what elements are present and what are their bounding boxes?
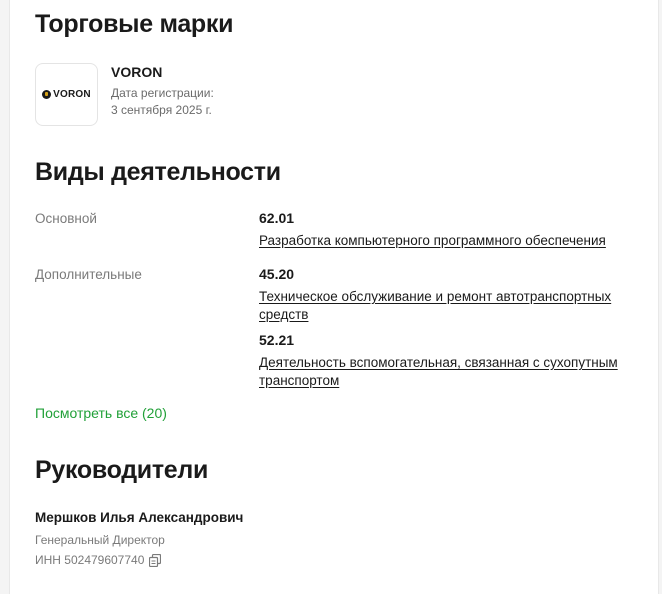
trademark-logo[interactable]: VORON (35, 63, 98, 126)
trademark-name: VORON (111, 64, 163, 80)
copy-icon[interactable] (149, 553, 162, 567)
activity-additional-link[interactable]: Деятельность вспомогательная, связанная … (259, 354, 639, 390)
managers-heading: Руководители (35, 456, 209, 484)
activities-heading: Виды деятельности (35, 158, 281, 186)
manager-inn: ИНН 502479607740 (35, 553, 145, 567)
trademark-reg-label: Дата регистрации: (111, 86, 214, 100)
manager-inn-row: ИНН 502479607740 (35, 553, 162, 567)
activity-additional-link[interactable]: Техническое обслуживание и ремонт автотр… (259, 288, 639, 324)
trademark-reg-date: 3 сентября 2025 г. (111, 103, 212, 117)
activity-main-code: 62.01 (259, 210, 295, 226)
voron-logo-icon (42, 90, 52, 99)
activity-additional-label: Дополнительные (35, 267, 142, 282)
manager-role: Генеральный Директор (35, 533, 165, 547)
activity-additional-code: 45.20 (259, 266, 295, 282)
activity-main-link[interactable]: Разработка компьютерного программного об… (259, 232, 639, 250)
activity-additional-code: 52.21 (259, 332, 295, 348)
activity-main-label: Основной (35, 211, 97, 226)
see-all-activities-link[interactable]: Посмотреть все (20) (35, 405, 167, 421)
manager-name[interactable]: Мершков Илья Александрович (35, 510, 243, 525)
voron-logo: VORON (42, 89, 91, 100)
company-details-card: Торговые марки VORON VORON Дата регистра… (9, 0, 659, 594)
trademarks-heading: Торговые марки (35, 10, 234, 38)
